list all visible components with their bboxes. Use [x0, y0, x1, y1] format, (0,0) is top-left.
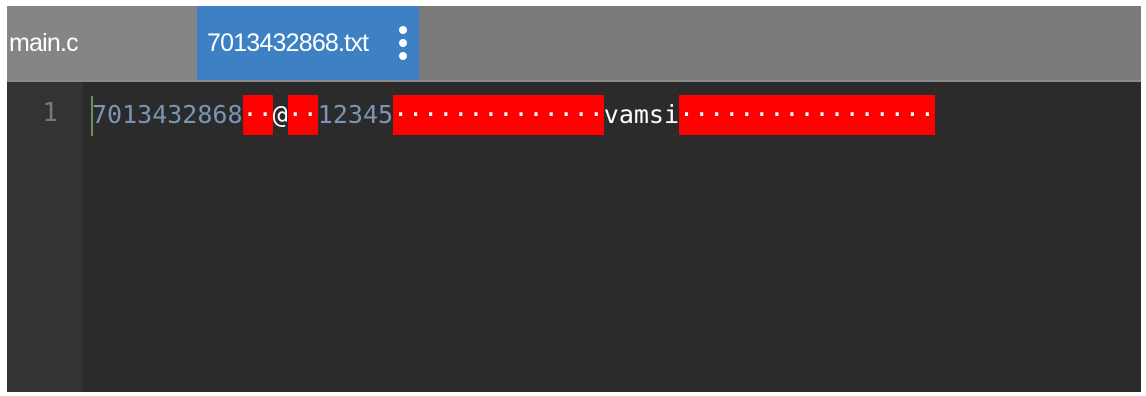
tab-bar: main.c 7013432868.txt	[7, 6, 1141, 80]
text-editor[interactable]: 7013432868 ·· @ ·· 12345 ·············· …	[83, 82, 1141, 392]
name-text: vamsi	[603, 100, 680, 129]
whitespace-highlight: ··············	[393, 95, 604, 135]
whitespace-highlight: ··	[242, 95, 273, 135]
line-number-gutter: 1	[7, 82, 83, 392]
vertical-ellipsis-icon[interactable]	[399, 26, 407, 60]
whitespace-highlight: ··	[287, 95, 318, 135]
phone-number-text: 7013432868	[92, 100, 243, 129]
editor-window: main.c 7013432868.txt 1 7013432868 ·· @ …	[7, 6, 1141, 392]
at-symbol-text: @	[272, 100, 288, 129]
code-number-text: 12345	[317, 100, 394, 129]
line-number: 1	[42, 98, 58, 128]
tab-label: 7013432868.txt	[207, 28, 369, 57]
whitespace-highlight: ·················	[679, 95, 935, 135]
code-line-1[interactable]: 7013432868 ·· @ ·· 12345 ·············· …	[92, 95, 935, 135]
tab-main-c[interactable]: main.c	[7, 6, 197, 80]
tab-label: main.c	[9, 28, 79, 57]
tab-7013432868-txt[interactable]: 7013432868.txt	[197, 6, 419, 80]
